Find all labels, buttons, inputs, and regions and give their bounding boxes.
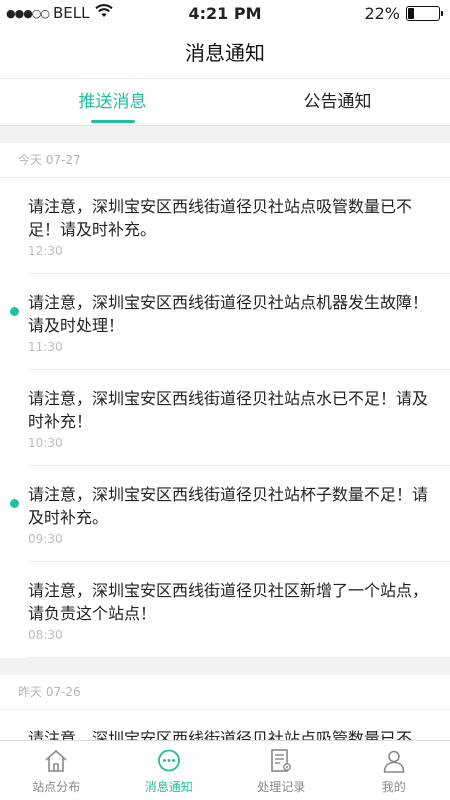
message-item[interactable]: 请注意，深圳宝安区西线街道径贝社区新增了一个站点，请负责这个站点！ 08:30 xyxy=(0,562,450,658)
status-right: 22% xyxy=(364,4,443,23)
message-time: 10:30 xyxy=(28,436,63,450)
chat-bubble-icon xyxy=(156,748,182,774)
message-text: 请注意，深圳宝安区西线街道径贝社站点吸管数量已不足！请及时补充。 xyxy=(28,729,413,740)
tab-profile[interactable]: 我的 xyxy=(338,741,450,800)
message-text: 请注意，深圳宝安区西线街道径贝社站点机器发生故障！请及时处理！ xyxy=(28,293,429,335)
section-gap xyxy=(0,658,450,675)
unread-dot-icon xyxy=(10,307,19,316)
status-bar: ●●●○○ BELL 4:21 PM 22% xyxy=(0,0,450,28)
message-item[interactable]: 请注意，深圳宝安区西线街道径贝社站点吸管数量已不足！请及时补充。12:30 xyxy=(0,710,450,740)
message-time: 09:30 xyxy=(28,532,63,546)
message-time: 11:30 xyxy=(28,340,63,354)
tab-active-indicator xyxy=(90,120,135,123)
message-item[interactable]: 请注意，深圳宝安区西线街道径贝社站杯子数量不足！请及时补充。 09:30 xyxy=(0,466,450,562)
message-text: 请注意，深圳宝安区西线街道径贝社站点吸管数量已不足！请及时补充。 xyxy=(28,197,413,239)
tab-station-map[interactable]: 站点分布 xyxy=(0,741,113,800)
home-icon xyxy=(43,748,69,774)
date-header: 今天 07-27 xyxy=(0,143,450,178)
tab-bar-label: 站点分布 xyxy=(32,780,81,794)
battery-fill xyxy=(408,8,415,19)
tab-message-notice[interactable]: 消息通知 xyxy=(113,741,226,800)
section-gap xyxy=(0,126,450,143)
message-time: 12:30 xyxy=(28,244,63,258)
tab-announcements[interactable]: 公告通知 xyxy=(225,79,450,125)
message-text: 请注意，深圳宝安区西线街道径贝社区新增了一个站点，请负责这个站点！ xyxy=(28,581,429,623)
tab-bar-label: 处理记录 xyxy=(257,780,306,794)
message-item[interactable]: 请注意，深圳宝安区西线街道径贝社站点机器发生故障！请及时处理！ 11:30 xyxy=(0,274,450,370)
tab-bar-label: 我的 xyxy=(381,780,406,794)
unread-dot-icon xyxy=(10,499,19,508)
message-item[interactable]: 请注意，深圳宝安区西线街道径贝社站点吸管数量已不足！请及时补充。 12:30 xyxy=(0,178,450,274)
message-list[interactable]: 今天 07-27 请注意，深圳宝安区西线街道径贝社站点吸管数量已不足！请及时补充。… xyxy=(0,126,450,740)
battery-percent: 22% xyxy=(364,4,400,23)
record-settings-icon xyxy=(268,748,294,774)
message-tabs: 推送消息 公告通知 xyxy=(0,78,450,126)
tab-bar-label: 消息通知 xyxy=(144,780,193,794)
tab-process-records[interactable]: 处理记录 xyxy=(225,741,338,800)
message-text: 请注意，深圳宝安区西线街道径贝社站点水已不足！请及时补充！ xyxy=(28,389,429,431)
date-header: 昨天 07-26 xyxy=(0,675,450,710)
tab-push-messages[interactable]: 推送消息 xyxy=(0,79,225,125)
tab-label: 推送消息 xyxy=(78,92,147,112)
tab-label: 公告通知 xyxy=(303,92,372,112)
page-title: 消息通知 xyxy=(185,41,265,65)
battery-icon xyxy=(406,6,443,21)
bottom-tab-bar: 站点分布 消息通知 处理记录 我的 xyxy=(0,740,450,800)
nav-bar: 消息通知 xyxy=(0,28,450,78)
message-item[interactable]: 请注意，深圳宝安区西线街道径贝社站点水已不足！请及时补充！ 10:30 xyxy=(0,370,450,466)
divider xyxy=(28,657,450,658)
message-text: 请注意，深圳宝安区西线街道径贝社站杯子数量不足！请及时补充。 xyxy=(28,485,429,527)
user-icon xyxy=(381,748,407,774)
message-time: 08:30 xyxy=(28,628,63,642)
